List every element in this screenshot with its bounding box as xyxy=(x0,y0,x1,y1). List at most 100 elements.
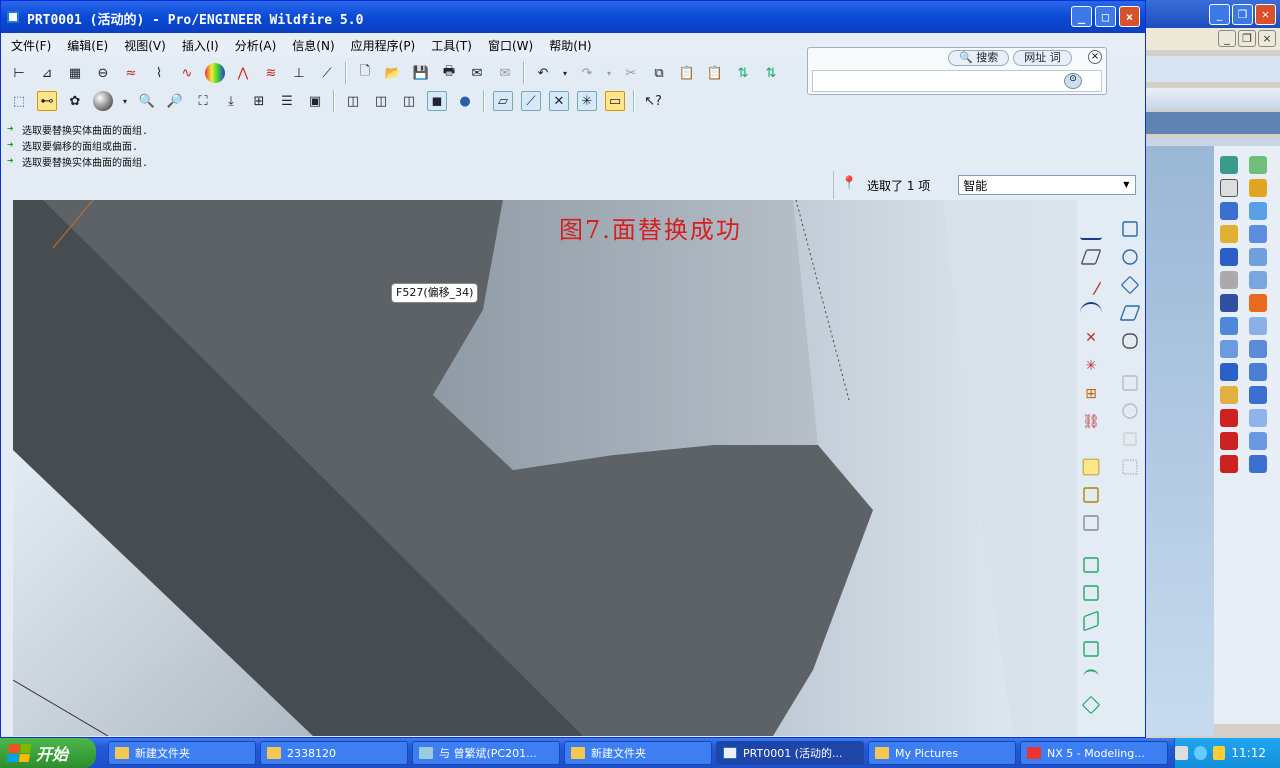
extend-icon[interactable] xyxy=(1123,432,1137,446)
chevron-down-icon[interactable]: ▼ xyxy=(1119,178,1133,192)
datum-curve-icon[interactable] xyxy=(1080,302,1102,324)
menu-tools[interactable]: 工具(T) xyxy=(431,37,472,54)
refit-icon[interactable]: ⛶ xyxy=(193,91,213,111)
nx-tool-icon[interactable] xyxy=(1220,179,1238,197)
saved-views-icon[interactable]: ⊞ xyxy=(249,91,269,111)
color-map-icon[interactable] xyxy=(205,63,225,83)
nx-minimize-button[interactable]: _ xyxy=(1209,4,1230,25)
style-icon[interactable] xyxy=(1083,487,1099,503)
annotation-icon[interactable] xyxy=(1082,458,1100,476)
titlebar[interactable]: PRT0001 (活动的) - Pro/ENGINEER Wildfire 5.… xyxy=(1,1,1145,33)
url-tab[interactable]: 网址 词 xyxy=(1013,50,1072,66)
nx-tool-icon[interactable] xyxy=(1249,455,1267,473)
close-button[interactable]: × xyxy=(1119,6,1140,27)
menu-insert[interactable]: 插入(I) xyxy=(182,37,219,54)
pattern-icon[interactable] xyxy=(1122,459,1138,475)
mirror-icon[interactable] xyxy=(1122,249,1138,265)
open-folder-icon[interactable]: 📂 xyxy=(383,63,403,83)
cut-icon[interactable]: ✂ xyxy=(621,63,641,83)
extrude-icon[interactable] xyxy=(1083,557,1099,573)
menu-window[interactable]: 窗口(W) xyxy=(488,37,533,54)
start-button[interactable]: 开始 xyxy=(0,738,96,768)
analysis-feature-icon[interactable]: ⊞ xyxy=(1080,386,1102,408)
taskbar-item[interactable]: 新建文件夹 xyxy=(564,741,712,765)
context-help-icon[interactable]: ↖? xyxy=(643,91,663,111)
no-hidden-icon[interactable]: ◫ xyxy=(399,91,419,111)
dimension-icon[interactable]: ⊢ xyxy=(9,63,29,83)
keyboard-icon[interactable] xyxy=(1175,746,1188,760)
sketched-curve-icon[interactable] xyxy=(1080,218,1102,240)
cross-section-icon[interactable]: ⊖ xyxy=(93,63,113,83)
nx-tool-icon[interactable] xyxy=(1249,340,1267,358)
minimize-button[interactable]: _ xyxy=(1071,6,1092,27)
undo-icon[interactable]: ↶ xyxy=(533,63,553,83)
search-input[interactable] xyxy=(812,70,1102,92)
copy-icon[interactable]: ⧉ xyxy=(649,63,669,83)
plane-display-icon[interactable]: ▱ xyxy=(493,91,513,111)
search-go-icon[interactable]: ⊙ xyxy=(1064,73,1082,89)
datum-axis-icon[interactable] xyxy=(1080,274,1102,296)
view-manager-icon[interactable]: ▣ xyxy=(305,91,325,111)
draft-icon[interactable]: ⋀ xyxy=(233,63,253,83)
csys-display-icon[interactable]: ✳ xyxy=(577,91,597,111)
zoom-in-icon[interactable]: 🔍 xyxy=(137,91,157,111)
pushpin-icon[interactable]: 📍 xyxy=(841,176,857,194)
nx-tool-icon[interactable] xyxy=(1220,248,1238,266)
redo-dropdown-icon[interactable]: ▾ xyxy=(605,63,613,83)
blend-icon[interactable] xyxy=(1083,641,1099,657)
shading-icon[interactable]: ◼ xyxy=(427,91,447,111)
paste-icon[interactable]: 📋 xyxy=(677,63,697,83)
email-icon[interactable]: ✉ xyxy=(467,63,487,83)
angle-icon[interactable]: ⊿ xyxy=(37,63,57,83)
nx-tool-icon[interactable] xyxy=(1220,156,1238,174)
wave-icon[interactable]: ∿ xyxy=(177,63,197,83)
messenger-icon[interactable] xyxy=(1212,746,1226,760)
nx-graphics-area[interactable] xyxy=(1146,146,1214,736)
menu-help[interactable]: 帮助(H) xyxy=(549,37,591,54)
clock[interactable]: 11:12 xyxy=(1231,746,1266,760)
slope-icon[interactable]: ≋ xyxy=(261,63,281,83)
menu-edit[interactable]: 编辑(E) xyxy=(67,37,108,54)
nx-tool-icon[interactable] xyxy=(1249,363,1267,381)
nx-restore-button[interactable]: ❐ xyxy=(1232,4,1253,25)
menu-info[interactable]: 信息(N) xyxy=(292,37,334,54)
datum-point-icon[interactable]: ✕ xyxy=(1080,330,1102,352)
search-close-button[interactable]: × xyxy=(1088,50,1102,64)
taskbar-item[interactable]: 与 曾繁斌(PC201... xyxy=(412,741,560,765)
nx-tool-icon[interactable] xyxy=(1220,409,1238,427)
nx-tool-icon[interactable] xyxy=(1249,386,1267,404)
nx-tool-icon[interactable] xyxy=(1249,409,1267,427)
regenerate-icon[interactable]: ⇅ xyxy=(733,63,753,83)
nx-tool-icon[interactable] xyxy=(1220,432,1238,450)
redo-icon[interactable]: ↷ xyxy=(577,63,597,83)
measure-icon[interactable]: ⊥ xyxy=(289,63,309,83)
surface-analysis-icon[interactable]: ⌇ xyxy=(149,63,169,83)
new-file-icon[interactable]: 🗋 xyxy=(355,63,375,83)
nx-doc-close-button[interactable]: × xyxy=(1258,30,1276,47)
curvature-icon[interactable]: ≈ xyxy=(121,63,141,83)
nx-tool-icon[interactable] xyxy=(1249,317,1267,335)
layers-icon[interactable]: ☰ xyxy=(277,91,297,111)
nx-tool-icon[interactable] xyxy=(1249,432,1267,450)
offset-icon[interactable] xyxy=(1119,305,1141,321)
nx-tool-icon[interactable] xyxy=(1249,179,1267,197)
nx-close-button[interactable]: × xyxy=(1255,4,1276,25)
csys-icon[interactable]: ✳ xyxy=(1080,358,1102,380)
background-nx-window[interactable]: _ ❐ × _ ❐ × xyxy=(1146,0,1280,738)
chain-icon[interactable]: ⛓ xyxy=(1080,414,1102,436)
maximize-button[interactable]: □ xyxy=(1095,6,1116,27)
nx-tool-icon[interactable] xyxy=(1249,225,1267,243)
ruler-icon[interactable]: ⟋ xyxy=(317,63,337,83)
taskbar-item[interactable]: 2338120 xyxy=(260,741,408,765)
selection-filter-dropdown[interactable]: 智能 ▼ xyxy=(958,175,1137,195)
merge-icon[interactable] xyxy=(1122,375,1138,391)
nx-tool-icon[interactable] xyxy=(1220,317,1238,335)
point-display-icon[interactable]: ✕ xyxy=(549,91,569,111)
nx-tool-icon[interactable] xyxy=(1220,340,1238,358)
trim-icon[interactable] xyxy=(1120,275,1140,295)
wireframe-icon[interactable]: ◫ xyxy=(343,91,363,111)
taskbar-item[interactable]: NX 5 - Modeling... xyxy=(1020,741,1168,765)
nx-tool-icon[interactable] xyxy=(1249,271,1267,289)
chamfer-icon[interactable] xyxy=(1081,695,1101,715)
nx-tool-icon[interactable] xyxy=(1249,248,1267,266)
